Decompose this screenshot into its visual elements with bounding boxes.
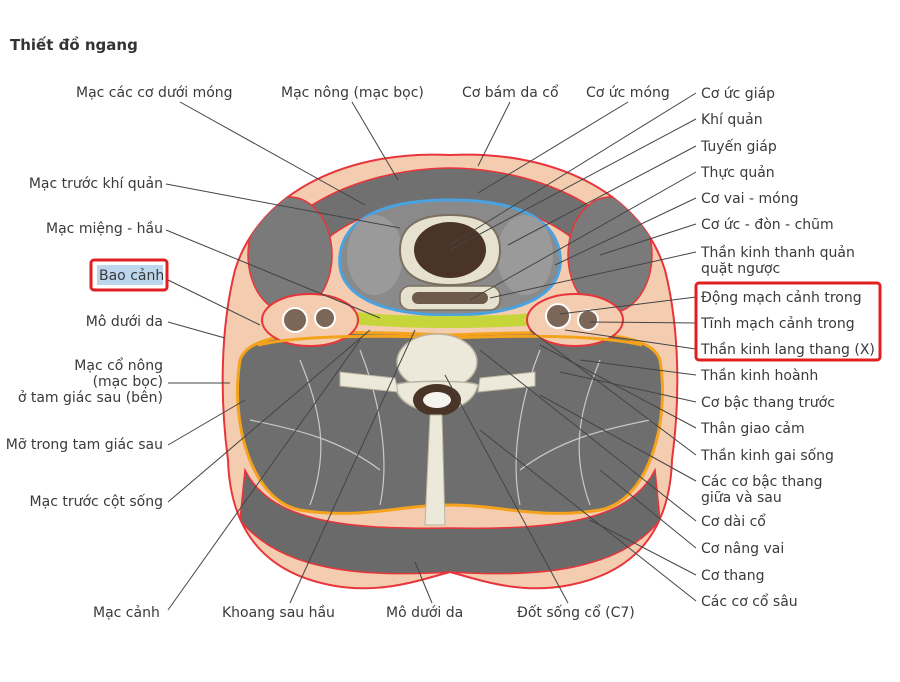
label-middle-posterior-scalene-1: Các cơ bậc thang <box>701 474 823 490</box>
label-superficial-fascia: Mạc nông (mạc bọc) <box>281 85 424 101</box>
label-carotid-sheath: Bao cảnh <box>99 268 164 284</box>
label-buccopharyngeal-fascia: Mạc miệng - hầu <box>46 221 163 237</box>
label-phrenic-nerve: Thần kinh hoành <box>700 368 818 384</box>
label-omohyoid: Cơ vai - móng <box>701 191 798 207</box>
label-infrahyoid-fascia: Mạc các cơ dưới móng <box>76 85 233 101</box>
label-prevertebral-fascia: Mạc trước cột sống <box>30 493 163 510</box>
label-superficial-cervical-fascia-2: (mạc bọc) <box>93 374 163 390</box>
label-middle-posterior-scalene-2: giữa và sau <box>701 490 782 506</box>
neck-cross-section-diagram: Thiết đồ ngang Mạc các cơ dưới móng Mạc … <box>6 35 882 621</box>
label-superficial-cervical-fascia: Mạc cổ nông <box>74 357 163 374</box>
thyroid-right <box>497 215 553 295</box>
label-retropharyngeal-space: Khoang sau hầu <box>222 605 335 621</box>
label-sternocleidomastoid: Cơ ức - đòn - chũm <box>701 217 834 233</box>
label-subcutaneous-left: Mô dưới da <box>86 314 163 330</box>
label-anterior-scalene: Cơ bậc thang trước <box>701 395 835 411</box>
label-thyroid: Tuyến giáp <box>700 138 777 155</box>
left-labels: Mạc trước khí quản Mạc miệng - hầu Bao c… <box>6 176 169 510</box>
label-deep-cervical-muscles: Các cơ cổ sâu <box>701 593 798 610</box>
label-carotid-fascia: Mạc cảnh <box>93 605 160 621</box>
top-labels: Mạc các cơ dưới móng Mạc nông (mạc bọc) … <box>76 84 670 101</box>
label-vagus-nerve: Thần kinh lang thang (X) <box>700 342 875 358</box>
page-title: Thiết đồ ngang <box>10 35 138 54</box>
label-trapezius: Cơ thang <box>701 568 765 584</box>
label-levator-scapulae: Cơ nâng vai <box>701 541 784 557</box>
label-superficial-cervical-fascia-3: ở tam giác sau (bên) <box>18 390 163 406</box>
bottom-labels: Mạc cảnh Khoang sau hầu Mô dưới da Đốt s… <box>93 604 635 621</box>
right-labels: Cơ ức giáp Khí quản Tuyến giáp Thực quản… <box>694 86 882 610</box>
label-trachea: Khí quản <box>701 112 763 128</box>
label-longus-colli: Cơ dài cổ <box>701 513 766 530</box>
label-recurrent-laryngeal-1: Thần kinh thanh quản <box>700 245 855 261</box>
label-recurrent-laryngeal-2: quặt ngược <box>701 261 780 277</box>
neck-section <box>221 153 679 590</box>
label-sternothyroid: Cơ ức giáp <box>701 86 775 102</box>
label-subcutaneous-bottom: Mô dưới da <box>386 605 463 621</box>
label-spinal-nerve: Thần kinh gai sống <box>700 447 834 464</box>
label-internal-carotid-artery: Động mạch cảnh trong <box>701 290 862 306</box>
label-esophagus: Thực quản <box>700 165 775 181</box>
label-platysma: Cơ bám da cổ <box>462 84 559 101</box>
label-c7-vertebra: Đốt sống cổ (C7) <box>517 604 635 621</box>
label-sympathetic-trunk: Thân giao cảm <box>700 421 805 437</box>
label-sternohyoid: Cơ ức móng <box>586 85 670 101</box>
label-internal-jugular-vein: Tĩnh mạch cảnh trong <box>700 316 855 332</box>
label-pretracheal-fascia: Mạc trước khí quản <box>29 176 163 192</box>
label-fat-posterior-triangle: Mỡ trong tam giác sau <box>6 437 163 453</box>
